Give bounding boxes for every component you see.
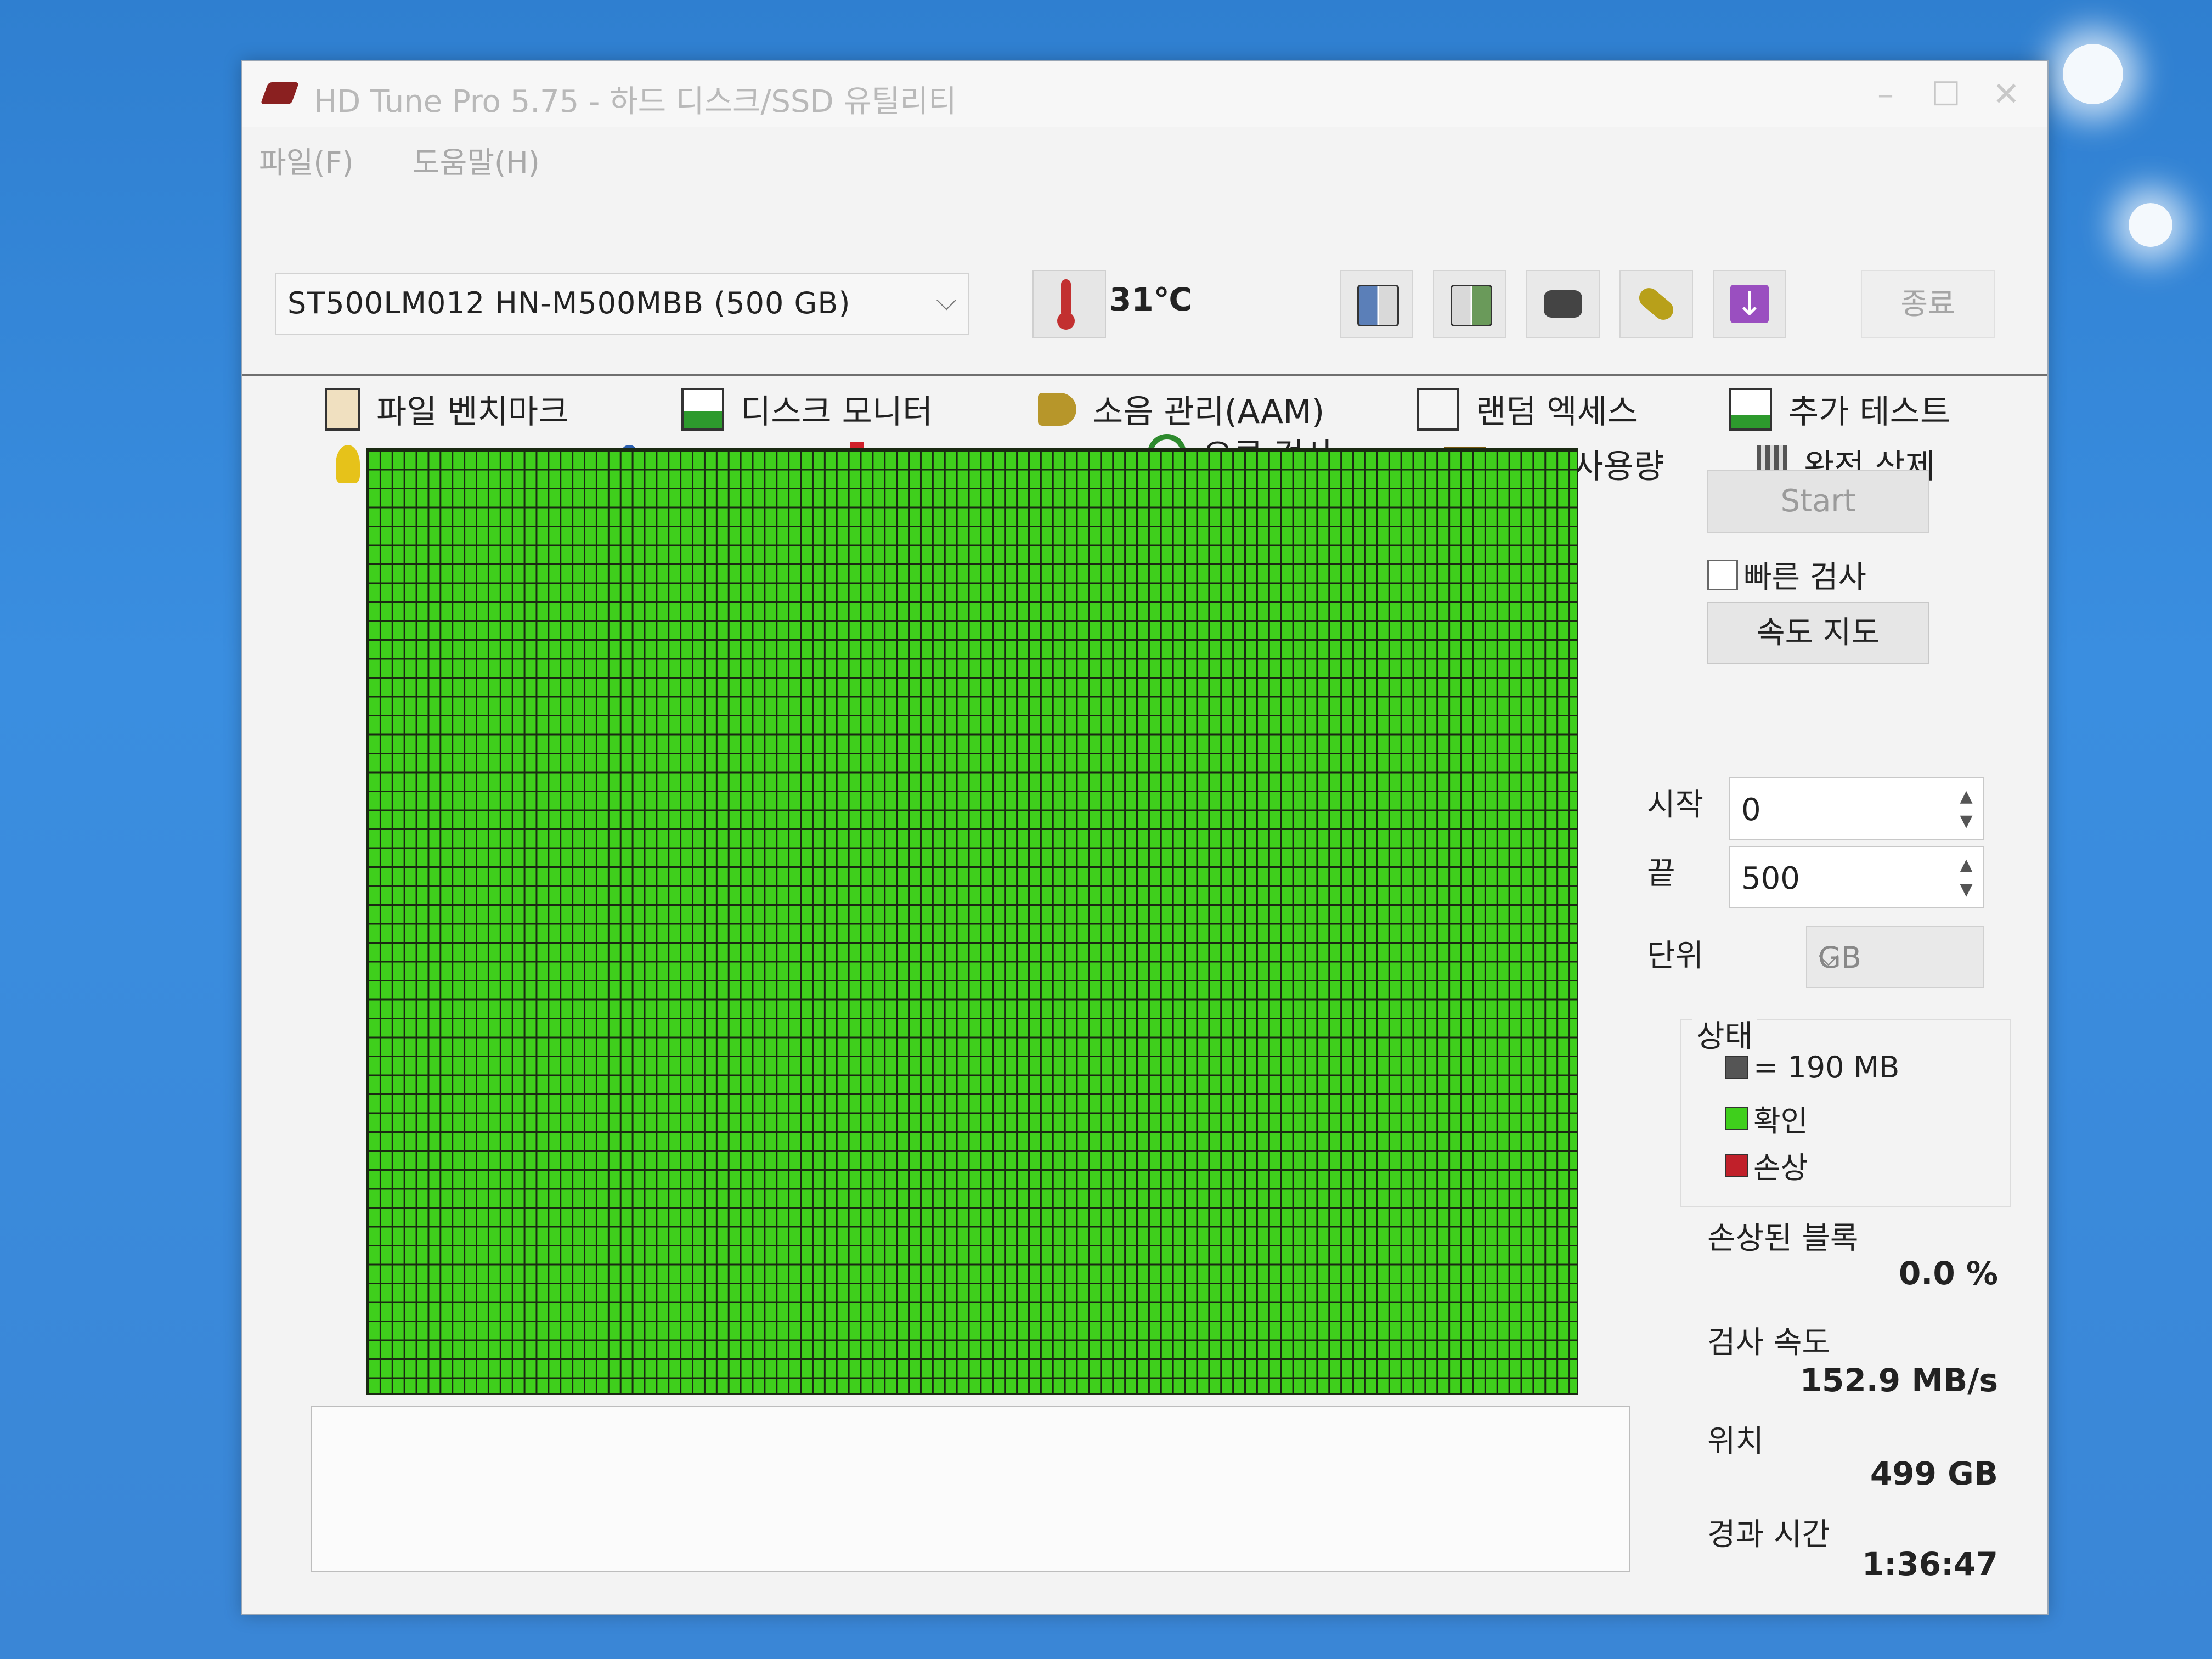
menu-bar: 파일(F) 도움말(H) (242, 133, 2047, 182)
file-benchmark-icon (325, 387, 360, 431)
unit-select[interactable]: GB ⌵ (1806, 926, 1984, 988)
chevron-down-icon: ⌵ (1818, 940, 1839, 972)
tab-label: 파일 벤치마크 (376, 393, 569, 431)
start-field-value: 0 (1741, 792, 1761, 828)
legend-block-size: = 190 MB (1725, 1050, 1899, 1085)
tools-icon (1635, 284, 1678, 324)
copy-screen-icon (1451, 285, 1492, 326)
end-field-label: 끝 (1647, 856, 1675, 891)
tab-extra-tests[interactable]: 추가 테스트 (1729, 385, 1950, 433)
download-arrow-icon: ↓ (1730, 285, 1769, 323)
options-button[interactable] (1620, 270, 1693, 338)
window-title: HD Tune Pro 5.75 - 하드 디스크/SSD 유틸리티 (314, 84, 957, 120)
end-field[interactable]: 500 ▲ ▼ (1729, 846, 1984, 909)
copy-info-button[interactable] (1340, 270, 1413, 338)
damaged-blocks-value: 0.0 % (1898, 1255, 1998, 1292)
menu-help[interactable]: 도움말(H) (413, 138, 540, 182)
toolbar: ST500LM012 HN-M500MBB (500 GB) ⌵ 31℃ ↓ 종… (242, 193, 2047, 376)
error-scan-controls: Start 빠른 검사 속도 지도 시작 0 ▲ ▼ 끝 500 ▲ ▼ 단위 GB… (1647, 448, 2031, 1600)
menu-file[interactable]: 파일(F) (259, 138, 354, 182)
legend-ok: 확인 (1725, 1097, 1808, 1140)
copy-icon (1357, 285, 1399, 326)
screen-glare (2063, 44, 2123, 104)
speed-map-button[interactable]: 속도 지도 (1707, 602, 1929, 664)
download-button[interactable]: ↓ (1713, 270, 1786, 338)
scan-speed-value: 152.9 MB/s (1799, 1362, 1998, 1399)
tab-file-benchmark[interactable]: 파일 벤치마크 (325, 385, 568, 433)
scan-speed-label: 검사 속도 (1707, 1325, 1830, 1361)
scan-log-box (311, 1406, 1630, 1572)
minimize-button[interactable]: – (1861, 72, 1910, 116)
scan-block-map (366, 448, 1578, 1395)
chevron-down-icon: ⌵ (936, 285, 957, 317)
quick-scan-checkbox[interactable]: 빠른 검사 (1707, 552, 1866, 597)
end-field-value: 500 (1741, 861, 1800, 896)
elapsed-time-label: 경과 시간 (1707, 1517, 1830, 1553)
scanned-blocks-grid (366, 448, 1578, 1395)
legend-damaged: 손상 (1725, 1143, 1808, 1187)
tab-disk-monitor[interactable]: 디스크 모니터 (681, 385, 933, 433)
random-access-icon (1417, 387, 1459, 431)
temperature-readout: 31℃ (1109, 281, 1192, 318)
start-field-label: 시작 (1647, 787, 1704, 823)
exit-button[interactable]: 종료 (1861, 270, 1995, 338)
speaker-icon (1038, 392, 1076, 426)
checkbox-box[interactable] (1707, 559, 1738, 590)
quick-scan-label: 빠른 검사 (1743, 560, 1866, 595)
app-window: HD Tune Pro 5.75 - 하드 디스크/SSD 유틸리티 – ☐ ✕… (241, 60, 2049, 1615)
hdtune-app-icon (260, 82, 300, 104)
position-label: 위치 (1707, 1424, 1764, 1459)
disk-monitor-icon (681, 387, 724, 431)
damaged-swatch (1725, 1153, 1748, 1177)
drive-select[interactable]: ST500LM012 HN-M500MBB (500 GB) ⌵ (275, 273, 969, 335)
elapsed-time-value: 1:36:47 (1861, 1545, 1998, 1583)
maximize-button[interactable]: ☐ (1921, 72, 1971, 116)
status-group-title: 상태 (1692, 1012, 1758, 1056)
lightbulb-icon (336, 444, 360, 483)
tab-label: 추가 테스트 (1788, 393, 1951, 431)
screenshot-button[interactable] (1526, 270, 1600, 338)
tab-label: 디스크 모니터 (741, 393, 933, 431)
tab-label: 랜덤 엑세스 (1476, 393, 1638, 431)
ok-swatch (1725, 1107, 1748, 1130)
position-value: 499 GB (1870, 1455, 1998, 1492)
start-button[interactable]: Start (1707, 470, 1929, 533)
unit-label: 단위 (1647, 938, 1704, 974)
camera-icon (1544, 290, 1582, 318)
copy-screen-button[interactable] (1433, 270, 1506, 338)
thermometer-icon (1032, 270, 1106, 338)
block-unit-swatch (1725, 1056, 1748, 1079)
tab-label: 소음 관리(AAM) (1093, 393, 1325, 431)
screen-glare (2129, 203, 2172, 247)
tab-aam[interactable]: 소음 관리(AAM) (1038, 385, 1324, 433)
spinner-arrows-icon[interactable]: ▲ ▼ (1955, 784, 1977, 833)
title-bar: HD Tune Pro 5.75 - 하드 디스크/SSD 유틸리티 – ☐ ✕ (242, 61, 2047, 127)
start-field[interactable]: 0 ▲ ▼ (1729, 777, 1984, 840)
extra-tests-icon (1729, 387, 1772, 431)
status-legend-group: 상태 = 190 MB 확인 손상 (1680, 1012, 2011, 1207)
spinner-arrows-icon[interactable]: ▲ ▼ (1955, 853, 1977, 902)
tab-random-access[interactable]: 랜덤 엑세스 (1417, 385, 1638, 433)
drive-select-value: ST500LM012 HN-M500MBB (500 GB) (287, 286, 851, 320)
close-button[interactable]: ✕ (1982, 72, 2031, 116)
damaged-blocks-label: 손상된 블록 (1707, 1221, 1859, 1256)
